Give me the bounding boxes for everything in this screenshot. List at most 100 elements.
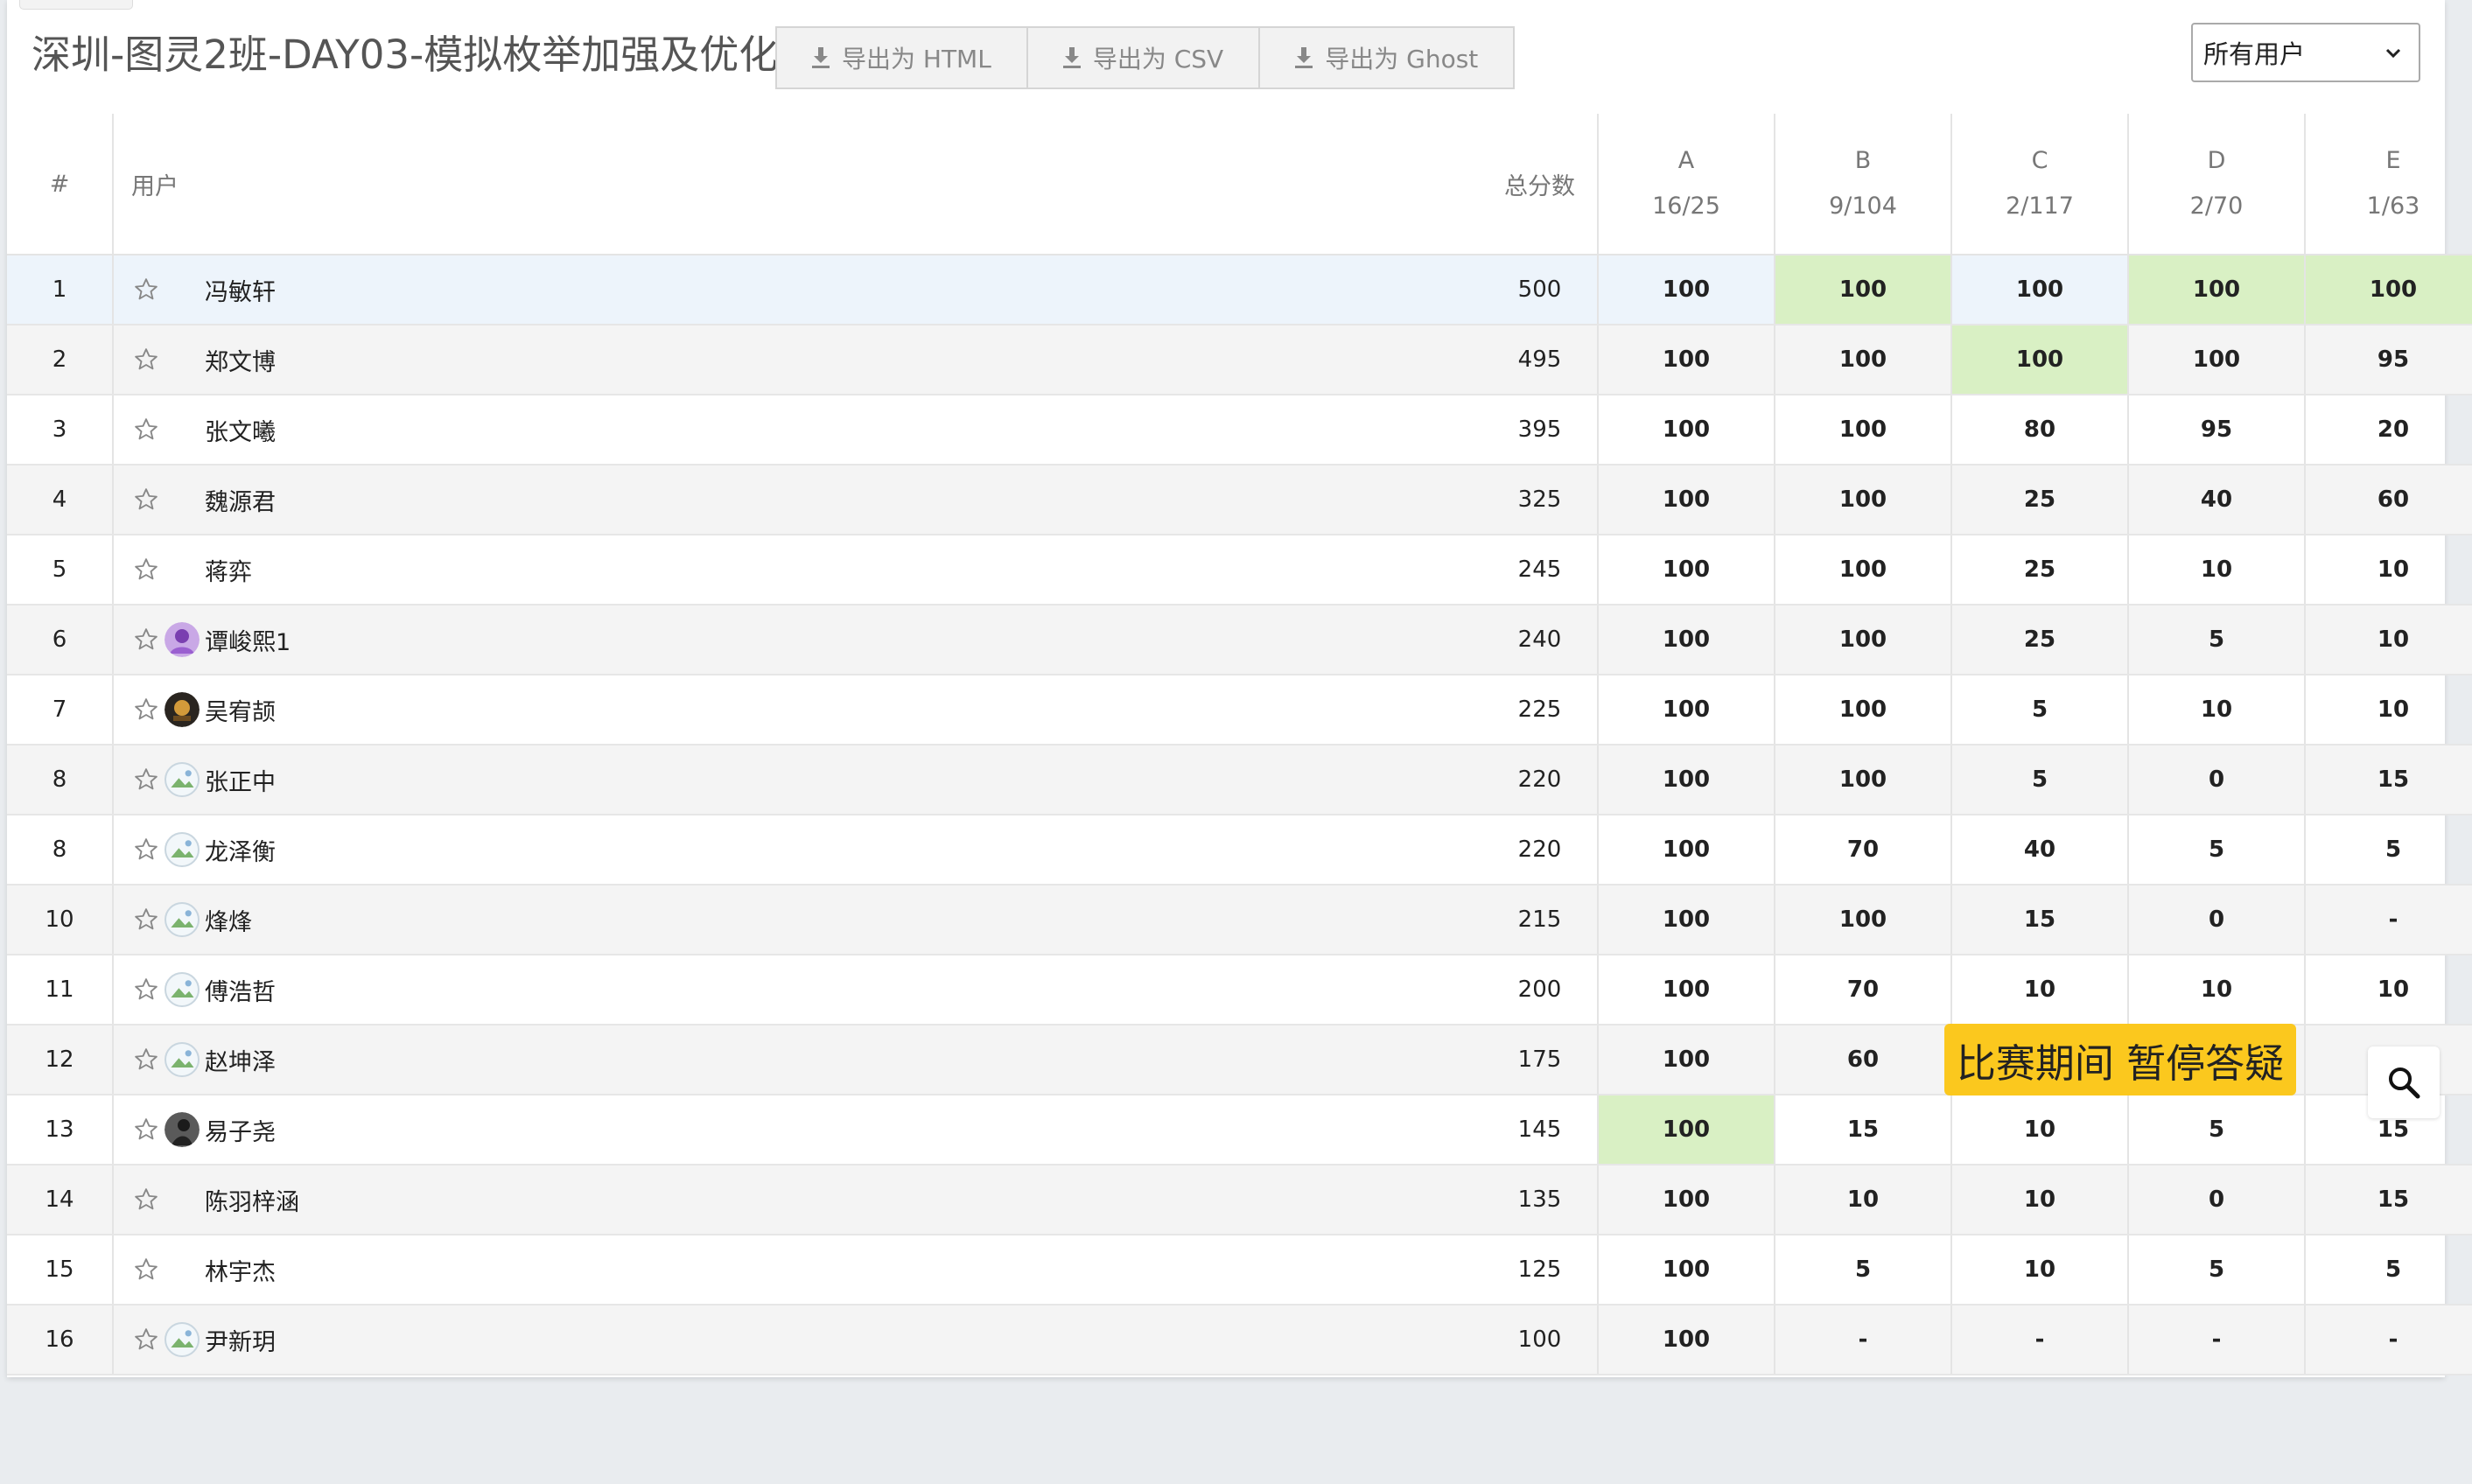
score-cell-d[interactable]: - <box>2128 1305 2306 1376</box>
user-name[interactable]: 郑文博 <box>205 343 276 377</box>
user-name[interactable]: 陈羽梓涵 <box>205 1183 299 1217</box>
star-icon[interactable] <box>133 696 159 723</box>
star-icon[interactable] <box>133 346 159 373</box>
score-cell-a[interactable]: 100 <box>1598 255 1775 326</box>
score-cell-a[interactable]: 100 <box>1598 955 1775 1026</box>
score-cell-b[interactable]: 100 <box>1775 325 1952 396</box>
user-name[interactable]: 烽烽 <box>205 903 252 937</box>
score-cell-e[interactable]: 10 <box>2305 675 2472 746</box>
score-cell-c[interactable]: 10 <box>1951 1235 2129 1306</box>
user-name[interactable]: 傅浩哲 <box>205 973 276 1007</box>
score-cell-d[interactable]: 5 <box>2128 1095 2306 1166</box>
score-cell-a[interactable]: 100 <box>1598 1095 1775 1166</box>
star-icon[interactable] <box>133 766 159 793</box>
score-cell-b[interactable]: 100 <box>1775 255 1952 326</box>
score-cell-a[interactable]: 100 <box>1598 1305 1775 1376</box>
score-cell-b[interactable]: 100 <box>1775 675 1952 746</box>
score-cell-c[interactable]: 10 <box>1951 955 2129 1026</box>
star-icon[interactable] <box>133 1186 159 1213</box>
score-cell-b[interactable]: 10 <box>1775 1165 1952 1236</box>
score-cell-d[interactable]: 10 <box>2128 535 2306 606</box>
score-cell-b[interactable]: 70 <box>1775 815 1952 886</box>
star-icon[interactable] <box>133 276 159 303</box>
score-cell-a[interactable]: 100 <box>1598 745 1775 816</box>
export-csv-button[interactable]: 导出为 CSV <box>1026 26 1261 89</box>
score-cell-d[interactable]: 100 <box>2128 255 2306 326</box>
user-name[interactable]: 吴宥颉 <box>205 693 276 727</box>
star-icon[interactable] <box>133 1326 159 1353</box>
score-cell-a[interactable]: 100 <box>1598 325 1775 396</box>
user-name[interactable]: 易子尧 <box>205 1113 276 1147</box>
user-name[interactable]: 张文曦 <box>205 413 276 447</box>
score-cell-a[interactable]: 100 <box>1598 815 1775 886</box>
score-cell-e[interactable]: 95 <box>2305 325 2472 396</box>
user-name[interactable]: 蒋弈 <box>205 553 252 587</box>
star-icon[interactable] <box>133 556 159 583</box>
export-ghost-button[interactable]: 导出为 Ghost <box>1258 26 1516 89</box>
score-cell-e[interactable]: 15 <box>2305 745 2472 816</box>
star-icon[interactable] <box>133 906 159 933</box>
score-cell-c[interactable]: 5 <box>1951 675 2129 746</box>
user-name[interactable]: 冯敏轩 <box>205 273 276 307</box>
star-icon[interactable] <box>133 416 159 443</box>
score-cell-a[interactable]: 100 <box>1598 395 1775 466</box>
score-cell-e[interactable]: 10 <box>2305 955 2472 1026</box>
score-cell-c[interactable]: 25 <box>1951 465 2129 536</box>
score-cell-d[interactable]: 95 <box>2128 395 2306 466</box>
score-cell-c[interactable]: 25 <box>1951 535 2129 606</box>
star-icon[interactable] <box>133 976 159 1003</box>
problem-header-b[interactable]: B 9/104 <box>1775 114 1952 256</box>
user-name[interactable]: 魏源君 <box>205 483 276 517</box>
score-cell-a[interactable]: 100 <box>1598 1165 1775 1236</box>
score-cell-a[interactable]: 100 <box>1598 535 1775 606</box>
score-cell-b[interactable]: 60 <box>1775 1025 1952 1096</box>
user-name[interactable]: 谭峻熙1 <box>205 623 291 657</box>
problem-header-e[interactable]: E 1/63 <box>2305 114 2472 256</box>
score-cell-d[interactable]: 5 <box>2128 1235 2306 1306</box>
score-cell-d[interactable]: 0 <box>2128 745 2306 816</box>
score-cell-c[interactable]: 100 <box>1951 325 2129 396</box>
user-name[interactable]: 尹新玥 <box>205 1323 276 1357</box>
star-icon[interactable] <box>133 486 159 513</box>
score-cell-e[interactable]: 60 <box>2305 465 2472 536</box>
score-cell-d[interactable]: 0 <box>2128 1165 2306 1236</box>
score-cell-d[interactable]: 0 <box>2128 885 2306 956</box>
score-cell-e[interactable]: - <box>2305 1305 2472 1376</box>
score-cell-e[interactable]: 15 <box>2305 1165 2472 1236</box>
score-cell-a[interactable]: 100 <box>1598 675 1775 746</box>
problem-header-a[interactable]: A 16/25 <box>1598 114 1775 256</box>
score-cell-c[interactable]: 5 <box>1951 745 2129 816</box>
score-cell-e[interactable]: 10 <box>2305 535 2472 606</box>
star-icon[interactable] <box>133 1256 159 1283</box>
score-cell-a[interactable]: 100 <box>1598 605 1775 676</box>
score-cell-e[interactable]: 5 <box>2305 1235 2472 1306</box>
score-cell-b[interactable]: 100 <box>1775 465 1952 536</box>
score-cell-e[interactable]: 10 <box>2305 605 2472 676</box>
score-cell-b[interactable]: 100 <box>1775 395 1952 466</box>
score-cell-d[interactable]: 10 <box>2128 675 2306 746</box>
score-cell-c[interactable]: 15 <box>1951 885 2129 956</box>
star-icon[interactable] <box>133 836 159 863</box>
score-cell-e[interactable]: - <box>2305 885 2472 956</box>
score-cell-b[interactable]: 100 <box>1775 605 1952 676</box>
star-icon[interactable] <box>133 1046 159 1073</box>
score-cell-d[interactable]: 10 <box>2128 955 2306 1026</box>
star-icon[interactable] <box>133 1116 159 1143</box>
score-cell-b[interactable]: 15 <box>1775 1095 1952 1166</box>
score-cell-a[interactable]: 100 <box>1598 465 1775 536</box>
score-cell-a[interactable]: 100 <box>1598 1235 1775 1306</box>
score-cell-c[interactable]: 40 <box>1951 815 2129 886</box>
user-name[interactable]: 赵坤泽 <box>205 1043 276 1077</box>
star-icon[interactable] <box>133 626 159 653</box>
score-cell-c[interactable]: - <box>1951 1305 2129 1376</box>
score-cell-c[interactable]: 100 <box>1951 255 2129 326</box>
export-html-button[interactable]: 导出为 HTML <box>775 26 1028 89</box>
score-cell-e[interactable]: 5 <box>2305 815 2472 886</box>
score-cell-b[interactable]: 100 <box>1775 535 1952 606</box>
score-cell-a[interactable]: 100 <box>1598 1025 1775 1096</box>
score-cell-b[interactable]: 5 <box>1775 1235 1952 1306</box>
score-cell-d[interactable]: 5 <box>2128 815 2306 886</box>
score-cell-c[interactable]: 10 <box>1951 1165 2129 1236</box>
user-name[interactable]: 龙泽衡 <box>205 833 276 867</box>
score-cell-b[interactable]: - <box>1775 1305 1952 1376</box>
